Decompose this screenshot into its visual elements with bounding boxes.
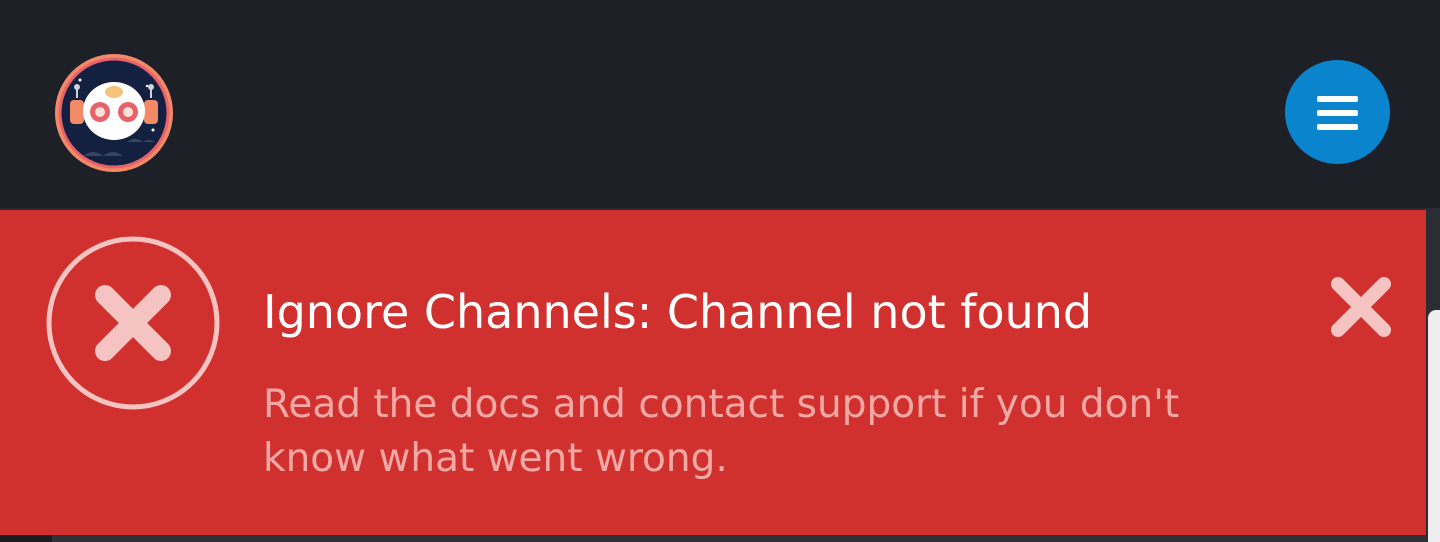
menu-button[interactable]: [1285, 60, 1390, 164]
alert-message: Read the docs and contact support if you…: [263, 382, 1180, 481]
content-edge-lip: [0, 535, 52, 542]
page-content-edge: [0, 535, 1426, 542]
error-alert-banner: Ignore Channels: Channel not found Read …: [0, 210, 1426, 535]
robot-logo-icon[interactable]: [53, 52, 175, 174]
close-x-icon: [1331, 277, 1391, 337]
hamburger-menu-icon: [1317, 96, 1358, 130]
scrollbar[interactable]: [1428, 310, 1440, 542]
error-circle-x-icon: [45, 235, 221, 411]
close-alert-button[interactable]: [1326, 272, 1396, 342]
top-navigation-bar: [0, 0, 1440, 208]
alert-title: Ignore Channels: Channel not found: [263, 285, 1093, 339]
